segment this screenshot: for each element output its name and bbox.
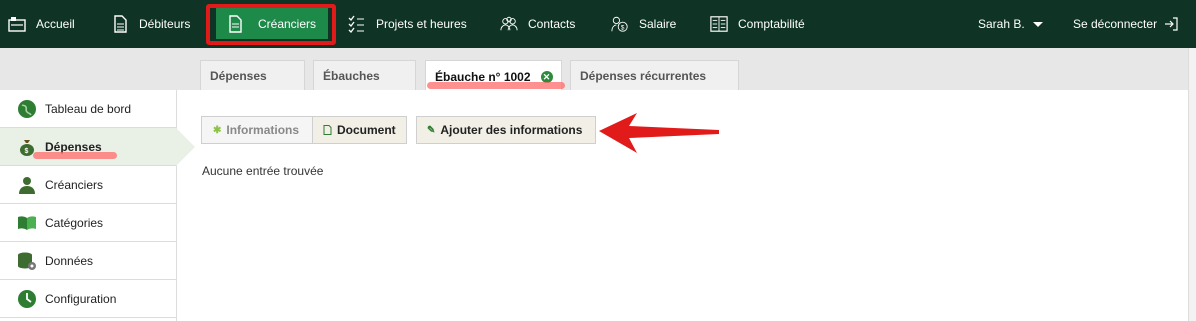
svg-text:$: $ <box>621 24 625 31</box>
nav-label: Accueil <box>36 17 75 31</box>
scrollbar[interactable] <box>1188 48 1196 321</box>
tab-label: Dépenses récurrentes <box>580 69 707 83</box>
nav-debiteurs[interactable]: Débiteurs <box>111 0 190 48</box>
logout-icon <box>1165 17 1178 31</box>
nav-label: Contacts <box>528 17 576 31</box>
nav-label: Salaire <box>639 17 677 31</box>
sidebar-item-label: Catégories <box>45 215 104 230</box>
ledger-icon <box>710 16 728 32</box>
nav-label: Débiteurs <box>139 17 191 31</box>
chevron-down-icon <box>1032 21 1043 27</box>
people-icon <box>500 16 518 31</box>
salary-icon: $ <box>611 16 628 32</box>
tab-label: Ébauches <box>323 69 380 83</box>
nav-label: Projets et heures <box>376 17 467 31</box>
checklist-icon <box>348 15 364 33</box>
gear-icon: ✱ <box>213 124 222 136</box>
annotation-arrow-icon <box>599 113 719 153</box>
nav-projets[interactable]: Projets et heures <box>348 0 467 48</box>
sidebar-item-label: Tableau de bord <box>45 101 132 116</box>
document-icon <box>323 125 332 135</box>
tab-depenses[interactable]: Dépenses <box>200 60 305 91</box>
nav-label: Comptabilité <box>738 17 805 31</box>
nav-accueil[interactable]: Accueil <box>8 0 75 48</box>
sidebar: Tableau de bord $ Dépenses Créanciers Ca… <box>0 90 177 321</box>
user-name: Sarah B. <box>978 17 1025 31</box>
add-informations-button[interactable]: ✎ Ajouter des informations <box>416 116 596 144</box>
annotation-underline <box>33 152 117 159</box>
logout-link[interactable]: Se déconnecter <box>1073 0 1178 48</box>
informations-button[interactable]: ✱ Informations <box>201 116 313 144</box>
globe-icon <box>18 99 36 118</box>
home-icon <box>8 17 26 32</box>
user-menu[interactable]: Sarah B. <box>978 0 1043 48</box>
top-navigation: Accueil Débiteurs Créanciers Projets et … <box>0 0 1196 48</box>
sidebar-item-configuration[interactable]: Configuration <box>0 280 176 318</box>
document-button[interactable]: Document <box>312 116 407 144</box>
close-icon[interactable]: ✕ <box>540 70 553 83</box>
empty-state-text: Aucune entrée trouvée <box>202 164 324 178</box>
sidebar-item-label: Créanciers <box>45 177 104 192</box>
nav-comptabilite[interactable]: Comptabilité <box>710 0 805 48</box>
pencil-icon: ✎ <box>427 124 436 136</box>
document-icon <box>114 15 127 33</box>
tab-label: Dépenses <box>210 69 267 83</box>
button-label: Ajouter des informations <box>440 123 583 137</box>
svg-text:$: $ <box>25 148 29 155</box>
database-icon <box>18 252 36 270</box>
sidebar-item-label: Configuration <box>45 291 117 306</box>
book-icon <box>18 215 36 230</box>
nav-contacts[interactable]: Contacts <box>500 0 575 48</box>
annotation-highlight-box <box>206 4 336 45</box>
sidebar-item-tableau-de-bord[interactable]: Tableau de bord <box>0 90 176 128</box>
tab-ebauches[interactable]: Ébauches <box>313 60 416 91</box>
clock-icon <box>18 289 36 308</box>
sidebar-item-depenses[interactable]: $ Dépenses <box>0 128 176 166</box>
tab-depenses-recurrentes[interactable]: Dépenses récurrentes <box>570 60 739 91</box>
button-label: Document <box>337 123 396 137</box>
annotation-underline <box>427 82 565 89</box>
sidebar-active-arrow <box>176 128 195 166</box>
user-icon <box>19 176 35 194</box>
logout-label: Se déconnecter <box>1073 17 1158 31</box>
sidebar-item-creanciers[interactable]: Créanciers <box>0 166 176 204</box>
sidebar-item-label: Données <box>45 253 94 268</box>
sidebar-item-categories[interactable]: Catégories <box>0 204 176 242</box>
button-label: Informations <box>226 123 300 137</box>
nav-salaire[interactable]: $ Salaire <box>611 0 676 48</box>
sidebar-item-donnees[interactable]: Données <box>0 242 176 280</box>
